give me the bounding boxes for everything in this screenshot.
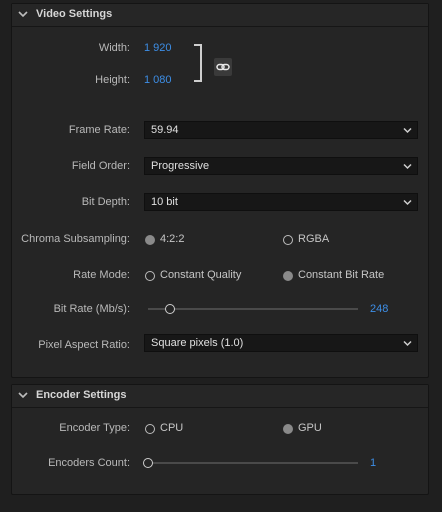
frame-rate-dropdown[interactable]: 59.94 — [144, 121, 418, 139]
chevron-down-icon[interactable] — [18, 9, 28, 19]
video-settings-section: Video Settings Width: 1 920 Height: 1 08… — [11, 3, 429, 378]
chroma-rgba-radio[interactable] — [283, 235, 293, 245]
pixel-aspect-ratio-label: Pixel Aspect Ratio: — [38, 339, 130, 351]
chevron-down-icon[interactable] — [18, 390, 28, 400]
bit-rate-label: Bit Rate (Mb/s): — [53, 303, 130, 315]
chevron-down-icon — [403, 199, 412, 206]
encoder-settings-section: Encoder Settings Encoder Type: CPU GPU E… — [11, 384, 429, 495]
encoders-count-slider-track[interactable] — [148, 462, 358, 464]
bit-rate-slider-track[interactable] — [148, 308, 358, 310]
bit-depth-value: 10 bit — [151, 196, 178, 208]
encoder-settings-header[interactable]: Encoder Settings — [12, 385, 428, 408]
width-label: Width: — [98, 42, 130, 54]
section-title: Video Settings — [36, 8, 113, 20]
encoders-count-value[interactable]: 1 — [370, 457, 376, 469]
encoder-cpu-label[interactable]: CPU — [160, 422, 183, 434]
encoder-type-label: Encoder Type: — [59, 422, 130, 434]
constant-quality-label[interactable]: Constant Quality — [160, 269, 241, 281]
chevron-down-icon — [403, 127, 412, 134]
constant-bit-rate-label[interactable]: Constant Bit Rate — [298, 269, 384, 281]
field-order-value: Progressive — [151, 160, 210, 172]
height-value[interactable]: 1 080 — [144, 74, 172, 86]
chevron-down-icon — [403, 163, 412, 170]
pixel-aspect-ratio-value: Square pixels (1.0) — [151, 337, 244, 349]
bit-depth-dropdown[interactable]: 10 bit — [144, 193, 418, 211]
frame-rate-label: Frame Rate: — [68, 124, 130, 136]
rate-mode-label: Rate Mode: — [73, 269, 130, 281]
field-order-dropdown[interactable]: Progressive — [144, 157, 418, 175]
field-order-label: Field Order: — [71, 160, 130, 172]
encoders-count-label: Encoders Count: — [48, 457, 130, 469]
encoder-gpu-label[interactable]: GPU — [298, 422, 322, 434]
bit-depth-label: Bit Depth: — [81, 196, 130, 208]
constant-quality-radio[interactable] — [145, 271, 155, 281]
chroma-422-radio[interactable] — [145, 235, 155, 245]
video-settings-header[interactable]: Video Settings — [12, 4, 428, 27]
chevron-down-icon — [403, 340, 412, 347]
bit-rate-value[interactable]: 248 — [370, 303, 388, 315]
width-value[interactable]: 1 920 — [144, 42, 172, 54]
link-dimensions-button[interactable] — [214, 58, 232, 76]
encoder-gpu-radio[interactable] — [283, 424, 293, 434]
height-label: Height: — [95, 74, 130, 86]
chroma-subsampling-label: Chroma Subsampling: — [21, 233, 130, 245]
chroma-422-label[interactable]: 4:2:2 — [160, 233, 184, 245]
aspect-link-bracket — [194, 44, 202, 82]
encoders-count-slider-thumb[interactable] — [143, 458, 153, 468]
constant-bit-rate-radio[interactable] — [283, 271, 293, 281]
frame-rate-value: 59.94 — [151, 124, 179, 136]
chroma-rgba-label[interactable]: RGBA — [298, 233, 329, 245]
chain-link-icon — [216, 63, 230, 71]
encoder-cpu-radio[interactable] — [145, 424, 155, 434]
pixel-aspect-ratio-dropdown[interactable]: Square pixels (1.0) — [144, 334, 418, 352]
section-title: Encoder Settings — [36, 389, 127, 401]
bit-rate-slider-thumb[interactable] — [165, 304, 175, 314]
